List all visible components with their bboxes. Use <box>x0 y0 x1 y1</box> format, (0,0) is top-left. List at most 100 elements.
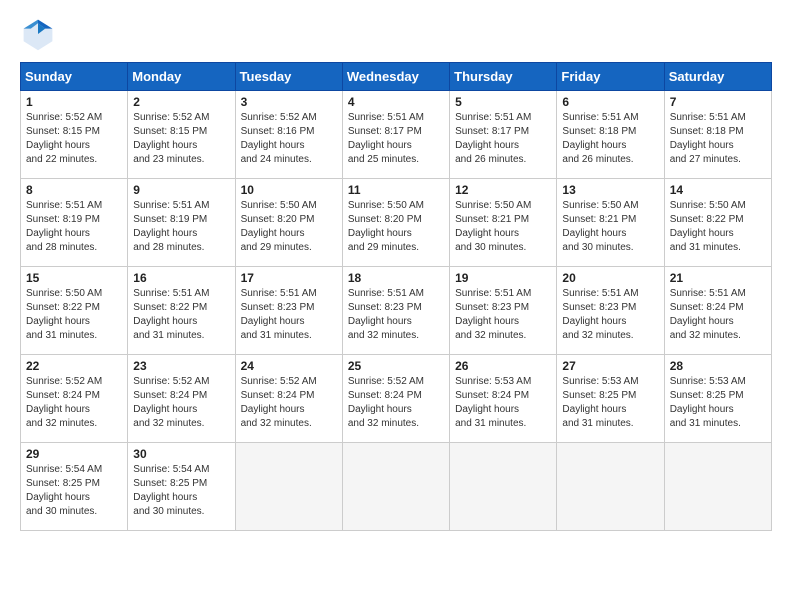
day-cell-30: 30 Sunrise: 5:54 AM Sunset: 8:25 PM Dayl… <box>128 443 235 531</box>
calendar-header-friday: Friday <box>557 63 664 91</box>
day-number: 21 <box>670 271 766 285</box>
day-number: 30 <box>133 447 229 461</box>
day-info: Sunrise: 5:51 AM Sunset: 8:19 PM Dayligh… <box>133 199 229 255</box>
day-cell-9: 9 Sunrise: 5:51 AM Sunset: 8:19 PM Dayli… <box>128 179 235 267</box>
day-info: Sunrise: 5:51 AM Sunset: 8:17 PM Dayligh… <box>348 111 444 167</box>
day-cell-16: 16 Sunrise: 5:51 AM Sunset: 8:22 PM Dayl… <box>128 267 235 355</box>
day-cell-2: 2 Sunrise: 5:52 AM Sunset: 8:15 PM Dayli… <box>128 91 235 179</box>
calendar-table: SundayMondayTuesdayWednesdayThursdayFrid… <box>20 62 772 531</box>
day-info: Sunrise: 5:50 AM Sunset: 8:20 PM Dayligh… <box>241 199 337 255</box>
day-cell-17: 17 Sunrise: 5:51 AM Sunset: 8:23 PM Dayl… <box>235 267 342 355</box>
day-info: Sunrise: 5:53 AM Sunset: 8:25 PM Dayligh… <box>562 375 658 431</box>
day-number: 2 <box>133 95 229 109</box>
day-number: 9 <box>133 183 229 197</box>
logo-icon <box>20 16 56 52</box>
day-cell-8: 8 Sunrise: 5:51 AM Sunset: 8:19 PM Dayli… <box>21 179 128 267</box>
day-number: 11 <box>348 183 444 197</box>
day-number: 24 <box>241 359 337 373</box>
day-info: Sunrise: 5:52 AM Sunset: 8:24 PM Dayligh… <box>241 375 337 431</box>
day-number: 25 <box>348 359 444 373</box>
day-number: 20 <box>562 271 658 285</box>
day-number: 7 <box>670 95 766 109</box>
day-cell-4: 4 Sunrise: 5:51 AM Sunset: 8:17 PM Dayli… <box>342 91 449 179</box>
day-cell-24: 24 Sunrise: 5:52 AM Sunset: 8:24 PM Dayl… <box>235 355 342 443</box>
day-number: 4 <box>348 95 444 109</box>
day-number: 19 <box>455 271 551 285</box>
logo <box>20 16 60 52</box>
day-number: 28 <box>670 359 766 373</box>
day-info: Sunrise: 5:51 AM Sunset: 8:19 PM Dayligh… <box>26 199 122 255</box>
day-cell-6: 6 Sunrise: 5:51 AM Sunset: 8:18 PM Dayli… <box>557 91 664 179</box>
calendar-week-4: 22 Sunrise: 5:52 AM Sunset: 8:24 PM Dayl… <box>21 355 772 443</box>
day-info: Sunrise: 5:51 AM Sunset: 8:23 PM Dayligh… <box>455 287 551 343</box>
calendar-header-sunday: Sunday <box>21 63 128 91</box>
day-number: 14 <box>670 183 766 197</box>
day-info: Sunrise: 5:51 AM Sunset: 8:23 PM Dayligh… <box>562 287 658 343</box>
day-number: 3 <box>241 95 337 109</box>
day-number: 29 <box>26 447 122 461</box>
day-cell-28: 28 Sunrise: 5:53 AM Sunset: 8:25 PM Dayl… <box>664 355 771 443</box>
day-number: 5 <box>455 95 551 109</box>
calendar-header-tuesday: Tuesday <box>235 63 342 91</box>
day-cell-11: 11 Sunrise: 5:50 AM Sunset: 8:20 PM Dayl… <box>342 179 449 267</box>
calendar-week-2: 8 Sunrise: 5:51 AM Sunset: 8:19 PM Dayli… <box>21 179 772 267</box>
calendar-week-3: 15 Sunrise: 5:50 AM Sunset: 8:22 PM Dayl… <box>21 267 772 355</box>
calendar-week-5: 29 Sunrise: 5:54 AM Sunset: 8:25 PM Dayl… <box>21 443 772 531</box>
day-cell-5: 5 Sunrise: 5:51 AM Sunset: 8:17 PM Dayli… <box>450 91 557 179</box>
empty-cell <box>235 443 342 531</box>
day-number: 16 <box>133 271 229 285</box>
day-number: 8 <box>26 183 122 197</box>
day-cell-12: 12 Sunrise: 5:50 AM Sunset: 8:21 PM Dayl… <box>450 179 557 267</box>
day-info: Sunrise: 5:50 AM Sunset: 8:20 PM Dayligh… <box>348 199 444 255</box>
day-cell-3: 3 Sunrise: 5:52 AM Sunset: 8:16 PM Dayli… <box>235 91 342 179</box>
empty-cell <box>342 443 449 531</box>
calendar-week-1: 1 Sunrise: 5:52 AM Sunset: 8:15 PM Dayli… <box>21 91 772 179</box>
day-info: Sunrise: 5:54 AM Sunset: 8:25 PM Dayligh… <box>26 463 122 519</box>
day-info: Sunrise: 5:50 AM Sunset: 8:22 PM Dayligh… <box>26 287 122 343</box>
day-number: 18 <box>348 271 444 285</box>
day-number: 23 <box>133 359 229 373</box>
day-number: 1 <box>26 95 122 109</box>
day-info: Sunrise: 5:52 AM Sunset: 8:15 PM Dayligh… <box>133 111 229 167</box>
day-info: Sunrise: 5:52 AM Sunset: 8:24 PM Dayligh… <box>348 375 444 431</box>
day-info: Sunrise: 5:51 AM Sunset: 8:17 PM Dayligh… <box>455 111 551 167</box>
day-info: Sunrise: 5:50 AM Sunset: 8:21 PM Dayligh… <box>455 199 551 255</box>
day-number: 17 <box>241 271 337 285</box>
day-cell-13: 13 Sunrise: 5:50 AM Sunset: 8:21 PM Dayl… <box>557 179 664 267</box>
calendar-header-saturday: Saturday <box>664 63 771 91</box>
day-number: 22 <box>26 359 122 373</box>
day-number: 12 <box>455 183 551 197</box>
day-cell-18: 18 Sunrise: 5:51 AM Sunset: 8:23 PM Dayl… <box>342 267 449 355</box>
day-cell-26: 26 Sunrise: 5:53 AM Sunset: 8:24 PM Dayl… <box>450 355 557 443</box>
calendar-header-thursday: Thursday <box>450 63 557 91</box>
day-info: Sunrise: 5:53 AM Sunset: 8:24 PM Dayligh… <box>455 375 551 431</box>
day-cell-7: 7 Sunrise: 5:51 AM Sunset: 8:18 PM Dayli… <box>664 91 771 179</box>
day-cell-27: 27 Sunrise: 5:53 AM Sunset: 8:25 PM Dayl… <box>557 355 664 443</box>
day-number: 26 <box>455 359 551 373</box>
day-info: Sunrise: 5:54 AM Sunset: 8:25 PM Dayligh… <box>133 463 229 519</box>
empty-cell <box>557 443 664 531</box>
day-info: Sunrise: 5:51 AM Sunset: 8:22 PM Dayligh… <box>133 287 229 343</box>
empty-cell <box>664 443 771 531</box>
day-info: Sunrise: 5:52 AM Sunset: 8:24 PM Dayligh… <box>133 375 229 431</box>
day-info: Sunrise: 5:51 AM Sunset: 8:18 PM Dayligh… <box>562 111 658 167</box>
day-number: 27 <box>562 359 658 373</box>
page-header <box>20 16 772 52</box>
day-info: Sunrise: 5:51 AM Sunset: 8:18 PM Dayligh… <box>670 111 766 167</box>
day-info: Sunrise: 5:51 AM Sunset: 8:23 PM Dayligh… <box>241 287 337 343</box>
day-number: 13 <box>562 183 658 197</box>
day-number: 6 <box>562 95 658 109</box>
day-cell-14: 14 Sunrise: 5:50 AM Sunset: 8:22 PM Dayl… <box>664 179 771 267</box>
calendar-header-row: SundayMondayTuesdayWednesdayThursdayFrid… <box>21 63 772 91</box>
day-cell-23: 23 Sunrise: 5:52 AM Sunset: 8:24 PM Dayl… <box>128 355 235 443</box>
day-info: Sunrise: 5:52 AM Sunset: 8:15 PM Dayligh… <box>26 111 122 167</box>
day-info: Sunrise: 5:51 AM Sunset: 8:24 PM Dayligh… <box>670 287 766 343</box>
day-number: 10 <box>241 183 337 197</box>
day-cell-10: 10 Sunrise: 5:50 AM Sunset: 8:20 PM Dayl… <box>235 179 342 267</box>
empty-cell <box>450 443 557 531</box>
day-cell-19: 19 Sunrise: 5:51 AM Sunset: 8:23 PM Dayl… <box>450 267 557 355</box>
day-info: Sunrise: 5:52 AM Sunset: 8:16 PM Dayligh… <box>241 111 337 167</box>
day-info: Sunrise: 5:51 AM Sunset: 8:23 PM Dayligh… <box>348 287 444 343</box>
day-cell-22: 22 Sunrise: 5:52 AM Sunset: 8:24 PM Dayl… <box>21 355 128 443</box>
day-cell-20: 20 Sunrise: 5:51 AM Sunset: 8:23 PM Dayl… <box>557 267 664 355</box>
